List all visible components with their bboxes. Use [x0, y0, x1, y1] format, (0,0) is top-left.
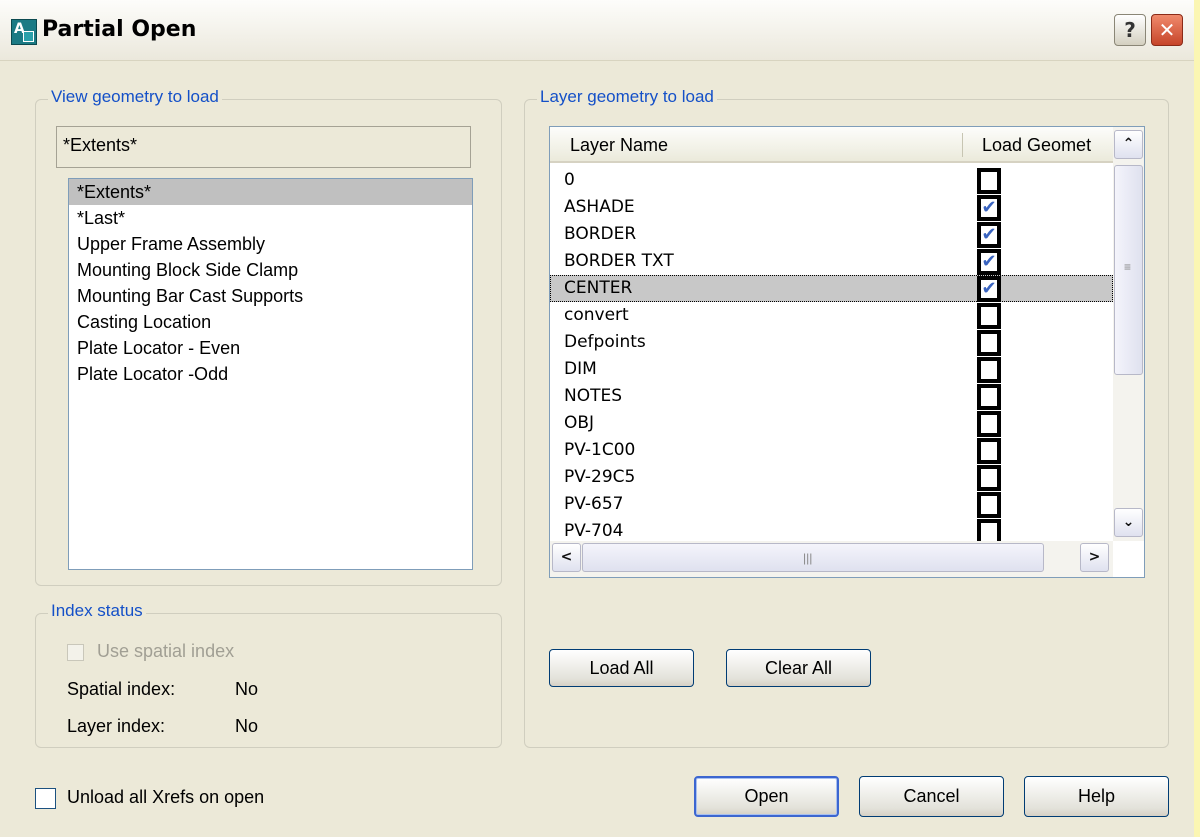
index-status-legend: Index status — [48, 601, 146, 621]
help-button[interactable]: Help — [1024, 776, 1169, 817]
cancel-button[interactable]: Cancel — [859, 776, 1004, 817]
window-title: Partial Open — [42, 17, 197, 42]
spatial-index-label: Spatial index: — [67, 679, 176, 699]
column-divider[interactable] — [962, 133, 963, 157]
clear-all-button[interactable]: Clear All — [726, 649, 871, 687]
scroll-up-icon[interactable]: ⌃ — [1114, 130, 1143, 159]
autocad-app-icon: A — [11, 19, 37, 45]
column-header-load-geometry[interactable]: Load Geomet — [982, 135, 1113, 156]
unload-xrefs-row[interactable]: Unload all Xrefs on open — [35, 787, 264, 809]
layer-grid-body: 0 ASHADE ✔ BORDER ✔ BORDER TXT ✔ CENTER ✔ convert… — [550, 167, 1113, 541]
layer-name: OBJ — [564, 413, 595, 433]
view-list-item[interactable]: Casting Location — [69, 309, 472, 335]
use-spatial-index-checkbox[interactable] — [67, 643, 84, 661]
layer-row[interactable]: OBJ — [550, 410, 1113, 437]
view-list-item[interactable]: Plate Locator -Odd — [69, 361, 472, 387]
horizontal-scroll-thumb[interactable]: ||| — [582, 543, 1044, 572]
layer-name: convert — [564, 305, 629, 325]
close-icon[interactable]: ✕ — [1151, 14, 1183, 46]
help-icon[interactable]: ? — [1114, 14, 1146, 46]
layer-name: CENTER — [564, 278, 633, 298]
open-button[interactable]: Open — [694, 776, 839, 817]
layer-row[interactable]: CENTER ✔ — [550, 275, 1113, 302]
horizontal-scrollbar[interactable]: < ||| > — [550, 541, 1113, 577]
layer-row[interactable]: 0 — [550, 167, 1113, 194]
layer-name: PV-704 — [564, 521, 624, 541]
view-geometry-legend: View geometry to load — [48, 87, 222, 107]
layer-row[interactable]: convert — [550, 302, 1113, 329]
scroll-left-icon[interactable]: < — [552, 543, 581, 572]
layer-geometry-legend: Layer geometry to load — [537, 87, 717, 107]
layer-name: DIM — [564, 359, 597, 379]
load-geometry-checkbox[interactable]: ✔ — [977, 276, 1001, 302]
layer-index-label: Layer index: — [67, 716, 166, 736]
view-list-item[interactable]: *Extents* — [69, 179, 472, 205]
layer-name: PV-657 — [564, 494, 624, 514]
layer-row[interactable]: DIM — [550, 356, 1113, 383]
layer-row[interactable]: PV-704 — [550, 518, 1113, 541]
column-header-layer-name[interactable]: Layer Name — [570, 135, 668, 156]
load-geometry-checkbox[interactable] — [977, 411, 1001, 437]
load-geometry-checkbox[interactable] — [977, 465, 1001, 491]
layer-row[interactable]: BORDER TXT ✔ — [550, 248, 1113, 275]
scroll-down-icon[interactable]: ⌄ — [1114, 508, 1143, 537]
scroll-grip-h-icon: ||| — [803, 551, 813, 565]
layer-name: BORDER TXT — [564, 251, 674, 271]
view-list-item[interactable]: Mounting Block Side Clamp — [69, 257, 472, 283]
layer-name: ASHADE — [564, 197, 635, 217]
vertical-scrollbar[interactable]: ⌃ ≡ ⌄ — [1113, 127, 1144, 541]
view-list-item[interactable]: Mounting Bar Cast Supports — [69, 283, 472, 309]
layer-name: BORDER — [564, 224, 637, 244]
load-geometry-checkbox[interactable] — [977, 438, 1001, 464]
layer-row[interactable]: ASHADE ✔ — [550, 194, 1113, 221]
layer-name: Defpoints — [564, 332, 646, 352]
layer-row[interactable]: BORDER ✔ — [550, 221, 1113, 248]
view-list-item[interactable]: *Last* — [69, 205, 472, 231]
layer-row[interactable]: PV-1C00 — [550, 437, 1113, 464]
load-geometry-checkbox[interactable] — [977, 519, 1001, 541]
load-all-button[interactable]: Load All — [549, 649, 694, 687]
layer-row[interactable]: PV-29C5 — [550, 464, 1113, 491]
view-list-item[interactable]: Plate Locator - Even — [69, 335, 472, 361]
partial-open-dialog: A Partial Open ? ✕ View geometry to load… — [0, 0, 1194, 837]
load-geometry-checkbox[interactable]: ✔ — [977, 222, 1001, 248]
current-view-field: *Extents* — [56, 126, 471, 168]
layer-name: 0 — [564, 170, 575, 190]
layer-name: PV-29C5 — [564, 467, 636, 487]
spatial-index-value: No — [235, 679, 259, 699]
layer-name: PV-1C00 — [564, 440, 636, 460]
unload-xrefs-checkbox[interactable] — [35, 787, 56, 809]
layer-grid: Layer Name Load Geomet 0 ASHADE ✔ BORDER ✔ BO… — [549, 126, 1145, 578]
load-geometry-checkbox[interactable] — [977, 303, 1001, 329]
vertical-scroll-thumb[interactable]: ≡ — [1114, 165, 1143, 375]
view-list-item[interactable]: Upper Frame Assembly — [69, 231, 472, 257]
unload-xrefs-label: Unload all Xrefs on open — [67, 787, 265, 807]
load-geometry-checkbox[interactable] — [977, 492, 1001, 518]
layer-name: NOTES — [564, 386, 623, 406]
use-spatial-index-row[interactable]: Use spatial index — [67, 641, 234, 662]
layer-row[interactable]: PV-657 — [550, 491, 1113, 518]
layer-row[interactable]: Defpoints — [550, 329, 1113, 356]
load-geometry-checkbox[interactable] — [977, 384, 1001, 410]
load-geometry-checkbox[interactable]: ✔ — [977, 249, 1001, 275]
load-geometry-checkbox[interactable] — [977, 168, 1001, 194]
load-geometry-checkbox[interactable] — [977, 357, 1001, 383]
load-geometry-checkbox[interactable] — [977, 330, 1001, 356]
use-spatial-index-label: Use spatial index — [97, 641, 235, 661]
scroll-right-icon[interactable]: > — [1080, 543, 1109, 572]
title-bar[interactable]: A Partial Open ? ✕ — [0, 0, 1194, 61]
layer-row[interactable]: NOTES — [550, 383, 1113, 410]
view-list[interactable]: *Extents* *Last* Upper Frame Assembly Mount… — [68, 178, 473, 570]
scroll-grip-icon: ≡ — [1124, 260, 1132, 274]
load-geometry-checkbox[interactable]: ✔ — [977, 195, 1001, 221]
layer-index-value: No — [235, 716, 259, 736]
layer-grid-header: Layer Name Load Geomet — [550, 127, 1113, 163]
